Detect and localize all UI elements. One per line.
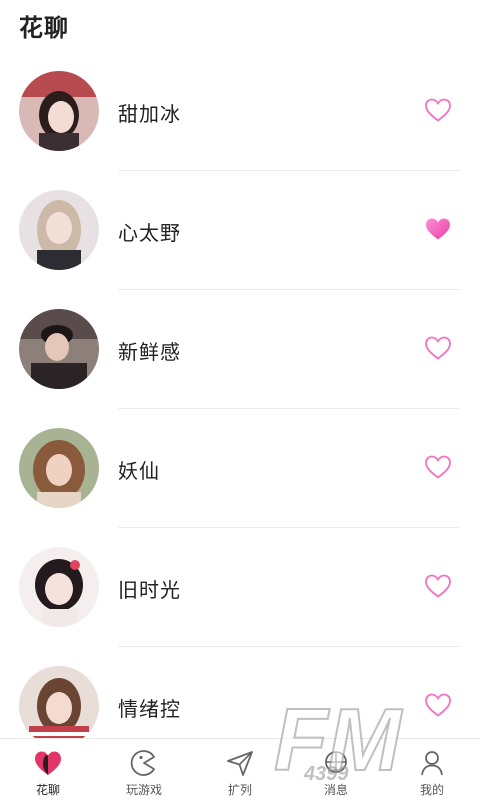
bottom-tab-bar: 花聊 玩游戏 扩列 消息 我的	[0, 738, 480, 800]
game-icon	[128, 748, 160, 778]
profile-icon	[416, 748, 448, 778]
user-name: 心太野	[118, 221, 181, 245]
user-name: 妖仙	[118, 459, 160, 483]
tab-expand[interactable]: 扩列	[192, 739, 288, 800]
heart-filled-icon[interactable]	[424, 216, 452, 242]
user-name: 情绪控	[118, 697, 181, 721]
user-name: 新鲜感	[118, 340, 181, 364]
tab-play-games[interactable]: 玩游戏	[96, 739, 192, 800]
page-title: 花聊	[19, 14, 69, 42]
tab-label: 花聊	[35, 783, 60, 797]
send-icon	[224, 748, 256, 778]
heart-outline-icon[interactable]	[424, 335, 452, 361]
user-name: 旧时光	[118, 578, 181, 602]
list-item[interactable]: 心太野	[0, 171, 480, 290]
heart-outline-icon[interactable]	[424, 97, 452, 123]
list-item[interactable]: 甜加冰	[0, 52, 480, 171]
app-header: 花聊	[0, 0, 480, 56]
heart-outline-icon[interactable]	[424, 573, 452, 599]
list-item[interactable]: 新鲜感	[0, 290, 480, 409]
tab-profile[interactable]: 我的	[384, 739, 480, 800]
user-name: 甜加冰	[118, 102, 181, 126]
list-item[interactable]: 旧时光	[0, 528, 480, 647]
user-list: 甜加冰 心太野 新鲜感 妖仙 旧时光 情绪控	[0, 52, 480, 738]
heart-icon	[32, 748, 64, 778]
avatar[interactable]	[19, 547, 99, 627]
avatar[interactable]	[19, 309, 99, 389]
avatar[interactable]	[19, 190, 99, 270]
tab-label: 玩游戏	[125, 783, 162, 797]
message-icon	[320, 748, 352, 778]
tab-label: 消息	[323, 783, 348, 797]
list-item[interactable]: 情绪控	[0, 647, 480, 738]
heart-outline-icon[interactable]	[424, 454, 452, 480]
heart-outline-icon[interactable]	[424, 692, 452, 718]
avatar[interactable]	[19, 71, 99, 151]
tab-label: 扩列	[227, 783, 252, 797]
tab-label: 我的	[419, 783, 444, 797]
tab-messages[interactable]: 消息	[288, 739, 384, 800]
avatar[interactable]	[19, 428, 99, 508]
list-item[interactable]: 妖仙	[0, 409, 480, 528]
avatar[interactable]	[19, 666, 99, 738]
tab-huaxliao[interactable]: 花聊	[0, 739, 96, 800]
